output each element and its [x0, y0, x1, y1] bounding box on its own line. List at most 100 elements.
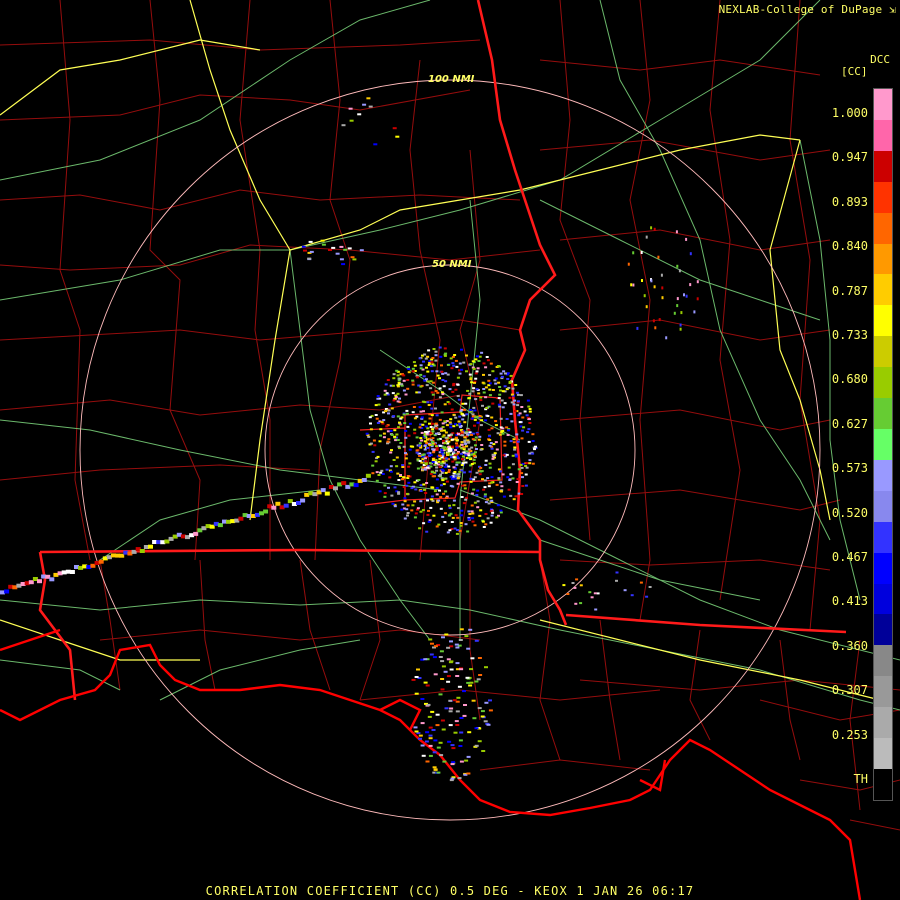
radar-gate	[462, 451, 466, 454]
radar-gate	[494, 377, 498, 380]
radar-gate	[531, 452, 535, 455]
radar-gate	[341, 124, 346, 127]
radar-gate	[430, 495, 434, 498]
radar-gate	[467, 456, 471, 459]
radar-gate	[472, 717, 477, 720]
radar-gate	[429, 438, 433, 441]
radar-gate	[650, 279, 653, 283]
radar-gate	[525, 414, 529, 417]
radar-gate	[531, 462, 535, 465]
radar-gate	[689, 283, 692, 287]
radar-gate	[460, 441, 464, 444]
radar-gate	[498, 433, 502, 436]
radar-gate	[466, 755, 471, 758]
radar-gate	[510, 393, 514, 396]
radar-gate	[399, 442, 403, 444]
radar-gate	[426, 401, 430, 404]
radar-gate	[466, 647, 471, 650]
radar-gate	[449, 357, 453, 360]
radar-gate	[517, 468, 521, 471]
radar-gate	[408, 462, 412, 465]
radar-gate	[424, 740, 429, 743]
radar-gate	[685, 237, 688, 241]
radar-gate	[393, 505, 397, 508]
radar-gate	[378, 490, 382, 493]
radar-gate	[472, 458, 476, 461]
radar-gate	[371, 464, 375, 467]
radar-gate	[439, 507, 443, 510]
radar-gate	[444, 352, 448, 355]
radar-gate	[426, 499, 429, 502]
radar-gate	[401, 503, 405, 506]
radar-gate	[488, 444, 492, 447]
radar-gate	[678, 269, 681, 273]
radar-gate	[408, 448, 412, 451]
range-ring-label-100: 100 NMI	[428, 74, 475, 85]
radar-gate	[432, 348, 436, 350]
radar-gate	[473, 524, 477, 527]
radar-gate	[456, 477, 460, 480]
radar-gate	[459, 717, 464, 719]
color-scale-segment	[874, 305, 892, 337]
radar-gate	[516, 478, 520, 481]
radar-gate	[426, 452, 430, 455]
radar-gate	[451, 761, 456, 764]
radar-gate	[371, 450, 375, 453]
color-scale-segment	[874, 645, 892, 677]
radar-gate	[479, 466, 483, 469]
legend-tick: 0.680	[831, 372, 868, 387]
radar-gate	[422, 483, 426, 486]
radar-gate	[533, 448, 536, 451]
legend-tick: 0.627	[831, 416, 868, 431]
radar-gate	[444, 459, 448, 462]
radar-gate	[433, 645, 438, 648]
radar-gate	[498, 393, 502, 396]
radar-gate	[451, 362, 455, 365]
radar-gate	[453, 731, 458, 734]
radar-gate	[518, 412, 522, 415]
radar-gate	[413, 432, 417, 435]
radar-gate	[501, 473, 505, 476]
radar-gate	[676, 297, 679, 301]
radar-gate	[362, 103, 367, 106]
radar-gate	[461, 455, 465, 458]
radar-gate	[380, 469, 384, 472]
radar-gate	[365, 473, 371, 478]
radar-gate	[437, 460, 441, 463]
radar-gate	[650, 226, 653, 230]
radar-gate	[422, 360, 425, 363]
radar-gate	[479, 424, 483, 427]
radar-gate	[476, 489, 480, 492]
radar-gate	[479, 509, 483, 512]
radar-gate	[465, 354, 468, 357]
radar-gate	[434, 407, 437, 410]
radar-gate	[468, 628, 473, 631]
radar-gate	[389, 470, 393, 473]
radar-gate	[396, 392, 400, 395]
radar-gate	[320, 488, 326, 493]
radar-gate	[430, 361, 434, 364]
radar-gate	[453, 477, 457, 480]
radar-gate	[497, 477, 501, 480]
radar-gate	[450, 521, 454, 523]
radar-gate	[488, 435, 491, 438]
radar-gate	[444, 633, 449, 636]
radar-gate	[385, 468, 389, 471]
radar-gate	[411, 504, 415, 507]
radar-gate	[465, 676, 470, 679]
radar-gate	[510, 420, 514, 423]
radar-gate	[461, 458, 465, 461]
radar-gate	[566, 593, 570, 595]
radar-gate	[463, 484, 467, 487]
radar-gate	[469, 378, 473, 381]
radar-gate	[477, 657, 482, 659]
radar-gate	[419, 385, 423, 388]
radar-gate	[432, 766, 437, 769]
radar-gate	[431, 729, 436, 731]
radar-gate	[441, 435, 445, 438]
radar-gate	[446, 401, 450, 403]
expand-icon[interactable]: ⇲	[889, 3, 896, 16]
radar-gate	[482, 373, 485, 376]
radar-gate	[387, 412, 390, 415]
radar-gate	[519, 425, 523, 428]
